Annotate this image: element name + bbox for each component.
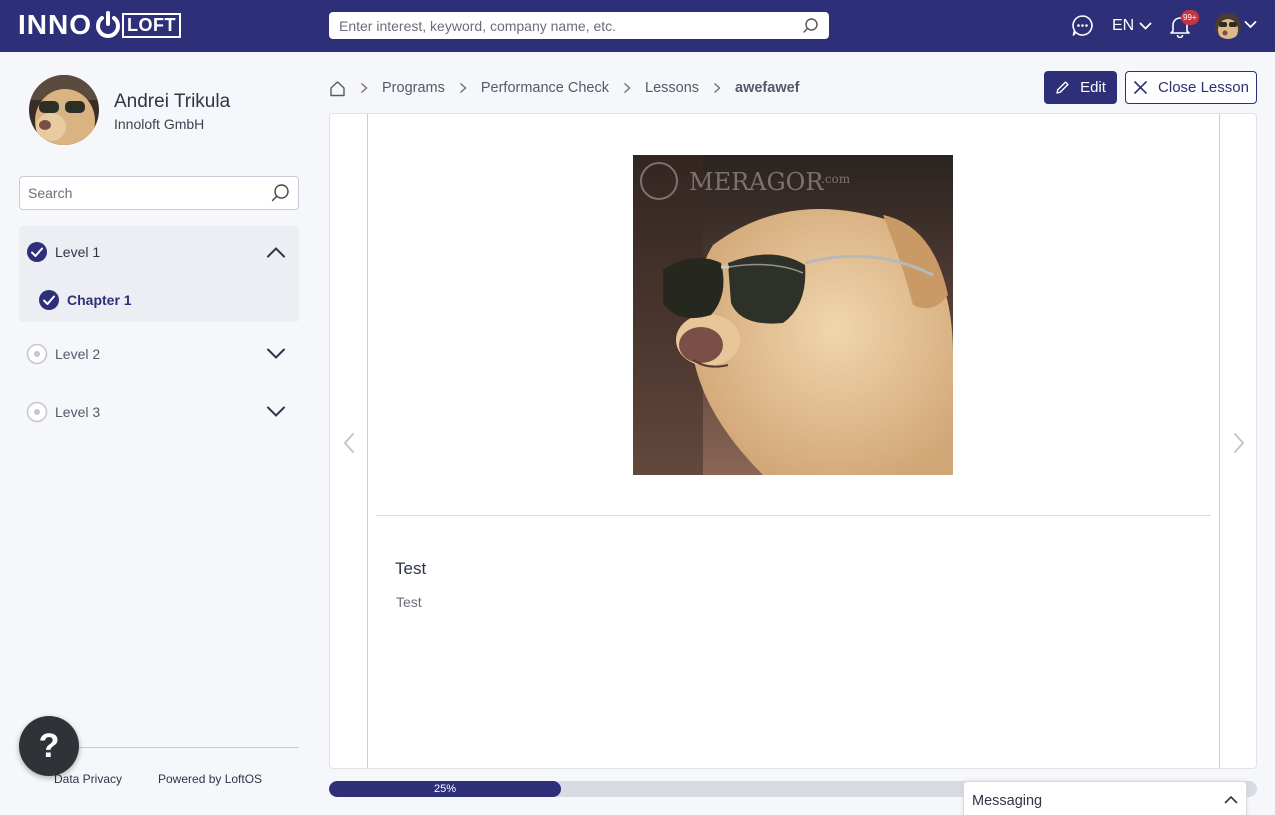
breadcrumb-performance-check[interactable]: Performance Check [481,80,609,96]
level-label: Level 1 [55,244,101,260]
content-border-right [1219,114,1220,768]
chat-icon[interactable] [1071,14,1094,37]
chevron-down-icon[interactable] [1244,20,1257,30]
profile-name: Andrei Trikula [114,91,231,112]
chevron-right-icon [714,82,721,94]
edit-button[interactable]: Edit [1044,71,1117,104]
next-slide-arrow-icon[interactable] [1232,432,1246,454]
close-lesson-button[interactable]: Close Lesson [1125,71,1257,104]
data-privacy-link[interactable]: Data Privacy [54,772,122,786]
sidebar-item-level-1[interactable]: Level 1 [19,238,299,266]
powered-by-link[interactable]: Powered by LoftOS [158,772,262,786]
chevron-down-icon [1139,22,1152,30]
lesson-section-title: Test [395,559,427,578]
breadcrumb-current: awefawef [735,80,800,96]
language-label: EN [1112,17,1135,34]
lesson-section-text: Test [396,594,422,610]
level-label: Level 3 [55,404,101,420]
chevron-right-icon [459,82,467,94]
innoloft-logo[interactable]: INNO LOFT [18,10,181,40]
profile-avatar[interactable] [29,75,99,145]
power-icon [96,11,120,38]
logo-text-loft: LOFT [122,12,181,38]
edit-button-label: Edit [1080,79,1106,96]
lesson-content-card: MERAGOR .com Test Test [329,113,1257,769]
incomplete-circle-icon [26,401,48,423]
global-search-input[interactable] [339,17,802,34]
sidebar-item-chapter-1[interactable]: Chapter 1 [19,286,299,314]
language-selector[interactable]: EN [1112,14,1152,38]
profile-company: Innoloft GmbH [114,116,205,132]
top-navigation-bar: INNO LOFT EN 99+ [0,0,1275,52]
chevron-down-icon[interactable] [266,406,286,418]
chevron-up-icon[interactable] [1224,795,1238,804]
close-icon [1133,80,1148,95]
chevron-down-icon[interactable] [266,348,286,360]
logo-text-inno: INNO [18,9,92,40]
content-border-left [367,114,368,768]
check-circle-icon [39,290,59,310]
level-label: Level 2 [55,346,101,362]
close-lesson-label: Close Lesson [1158,79,1249,96]
notification-badge: 99+ [1181,10,1199,25]
breadcrumb-programs[interactable]: Programs [382,80,445,96]
progress-label: 25% [433,783,457,795]
chapter-label: Chapter 1 [67,292,132,308]
search-icon[interactable] [802,17,819,34]
messaging-label: Messaging [972,793,1043,809]
image-watermark: MERAGOR [689,168,824,196]
sidebar-search-input[interactable] [28,185,270,201]
lesson-image: MERAGOR .com [633,155,953,475]
sidebar-item-level-2[interactable]: Level 2 [19,340,299,368]
breadcrumb-lessons[interactable]: Lessons [645,80,699,96]
chevron-up-icon[interactable] [266,246,286,258]
previous-slide-arrow-icon[interactable] [342,432,356,454]
chevron-right-icon [360,82,368,94]
sidebar-item-level-3[interactable]: Level 3 [19,398,299,426]
content-divider [376,515,1211,516]
user-avatar[interactable] [1215,13,1241,39]
sidebar-search-bar[interactable] [19,176,299,210]
help-button[interactable]: ? [19,716,79,776]
check-circle-icon [27,242,47,262]
incomplete-circle-icon [26,343,48,365]
image-watermark-suffix: .com [821,172,851,186]
messaging-panel[interactable]: Messaging [963,781,1247,815]
pencil-icon [1056,81,1069,94]
search-icon[interactable] [270,183,290,203]
home-icon[interactable] [329,80,346,97]
global-search-bar[interactable] [329,12,829,39]
breadcrumb: Programs Performance Check Lessons awefa… [329,77,800,99]
chevron-right-icon [623,82,631,94]
level-group-1: Level 1 Chapter 1 [19,226,299,322]
